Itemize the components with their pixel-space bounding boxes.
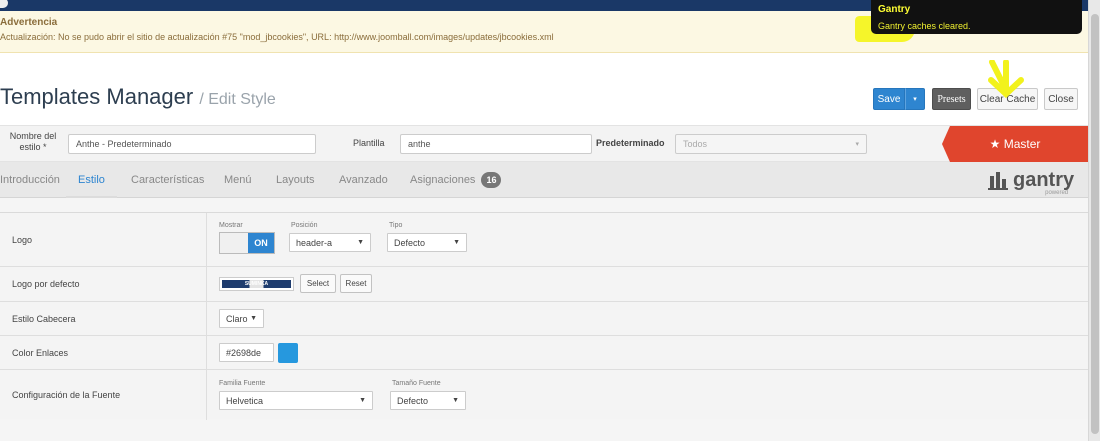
tab-introduccion[interactable]: Introducción [0,162,60,198]
setting-row-default-logo: Logo por defecto SUMINKA Select Reset [0,267,1088,302]
settings-panel: Logo Mostrar ON Posición header-a ▼ Tipo … [0,212,1088,420]
setting-row-font-config: Configuración de la Fuente Familia Fuent… [0,370,1088,420]
tab-estilo[interactable]: Estilo [66,162,117,198]
joomla-icon[interactable] [0,0,8,8]
toast-title: Gantry [878,4,911,15]
color-swatch[interactable] [278,343,298,363]
font-size-select[interactable]: Defecto ▼ [390,391,466,410]
row-divider [206,336,207,369]
type-select-value: Defecto [394,237,426,248]
chevron-down-icon: ▼ [250,315,257,322]
logo-thumbnail: SUMINKA [219,277,294,291]
tab-menu[interactable]: Menú [224,162,252,198]
default-logo-label: Logo por defecto [12,279,80,289]
template-input[interactable]: anthe [400,134,592,154]
page-header: Templates Manager / Edit Style Save ▾ Pr… [0,53,1088,125]
tab-avanzado[interactable]: Avanzado [339,162,388,198]
font-size-label: Tamaño Fuente [392,380,441,387]
tab-asignaciones[interactable]: Asignaciones 16 [410,162,502,198]
show-logo-toggle[interactable]: ON [219,232,275,254]
assignments-count-badge: 16 [481,172,502,188]
setting-row-logo: Logo Mostrar ON Posición header-a ▼ Tipo … [0,213,1088,267]
row-divider [206,370,207,420]
style-name-label: Nombre del estilo * [9,131,57,152]
font-family-label: Familia Fuente [219,380,266,387]
gantry-building-icon [988,172,1008,190]
position-label: Posición [291,222,318,229]
template-label: Plantilla [353,138,385,148]
header-style-select[interactable]: Claro ▼ [219,309,264,328]
type-label: Tipo [389,222,403,229]
gantry-wordmark: gantry [1013,169,1075,191]
link-color-value: #2698de [226,347,262,358]
page-title: Templates Manager / Edit Style [0,84,276,110]
page-title-main: Templates Manager [0,84,194,109]
page-subtitle: / Edit Style [199,91,276,108]
chevron-down-icon: ▼ [453,239,460,246]
row-divider [206,267,207,301]
chevron-down-icon: ▼ [357,239,364,246]
link-color-input[interactable]: #2698de [219,343,274,362]
default-select[interactable]: Todos ▾ [675,134,867,154]
logo-label: Logo [12,235,33,245]
toggle-off-side [220,233,248,253]
close-button[interactable]: Close [1044,88,1078,110]
save-button[interactable]: Save [873,88,905,110]
tab-layouts[interactable]: Layouts [276,162,315,198]
scrollbar-thumb[interactable] [1091,14,1099,434]
position-select-value: header-a [296,237,333,248]
default-select-value: Todos [683,139,708,149]
reset-logo-button[interactable]: Reset [340,274,372,293]
font-family-value: Helvetica [226,395,264,406]
vertical-scrollbar[interactable] [1088,0,1100,441]
toast-message: Gantry caches cleared. [878,21,971,31]
position-select[interactable]: header-a ▼ [289,233,371,252]
style-name-input[interactable]: Anthe - Predeterminado [68,134,316,154]
gantry-logo: gantry powered [988,169,1075,196]
link-color-label: Color Enlaces [12,348,69,358]
header-style-label: Estilo Cabecera [12,314,76,324]
select-logo-button[interactable]: Select [300,274,336,293]
chevron-down-icon: ▼ [359,397,366,404]
gantry-powered-label: powered [1045,190,1069,196]
setting-row-link-color: Color Enlaces #2698de [0,336,1088,370]
default-label: Predeterminado [596,138,665,148]
logo-thumbnail-text: SUMINKA [222,280,291,288]
font-family-select[interactable]: Helvetica ▼ [219,391,373,410]
font-config-label: Configuración de la Fuente [12,390,121,400]
header-style-value: Claro [226,313,248,324]
style-bar: Nombre del estilo * Anthe - Predetermina… [0,125,1088,162]
master-button[interactable]: ★ Master [942,126,1088,162]
type-select[interactable]: Defecto ▼ [387,233,467,252]
row-divider [206,213,207,266]
save-dropdown-button[interactable]: ▾ [905,88,925,110]
presets-button[interactable]: Presets [932,88,971,110]
font-size-value: Defecto [397,395,429,406]
tab-asignaciones-label: Asignaciones [410,174,476,186]
highlight-arrow-icon [988,60,1024,99]
setting-row-header-style: Estilo Cabecera Claro ▼ [0,302,1088,336]
gantry-toast[interactable]: Gantry Gantry caches cleared. [871,0,1082,34]
chevron-down-icon: ▾ [855,141,859,148]
chevron-down-icon: ▼ [452,397,459,404]
tab-caracteristicas[interactable]: Características [131,162,204,198]
row-divider [206,302,207,335]
tab-bar: Introducción Estilo Características Menú… [0,162,1088,198]
show-label: Mostrar [219,222,243,229]
toggle-on-label: ON [248,233,274,253]
